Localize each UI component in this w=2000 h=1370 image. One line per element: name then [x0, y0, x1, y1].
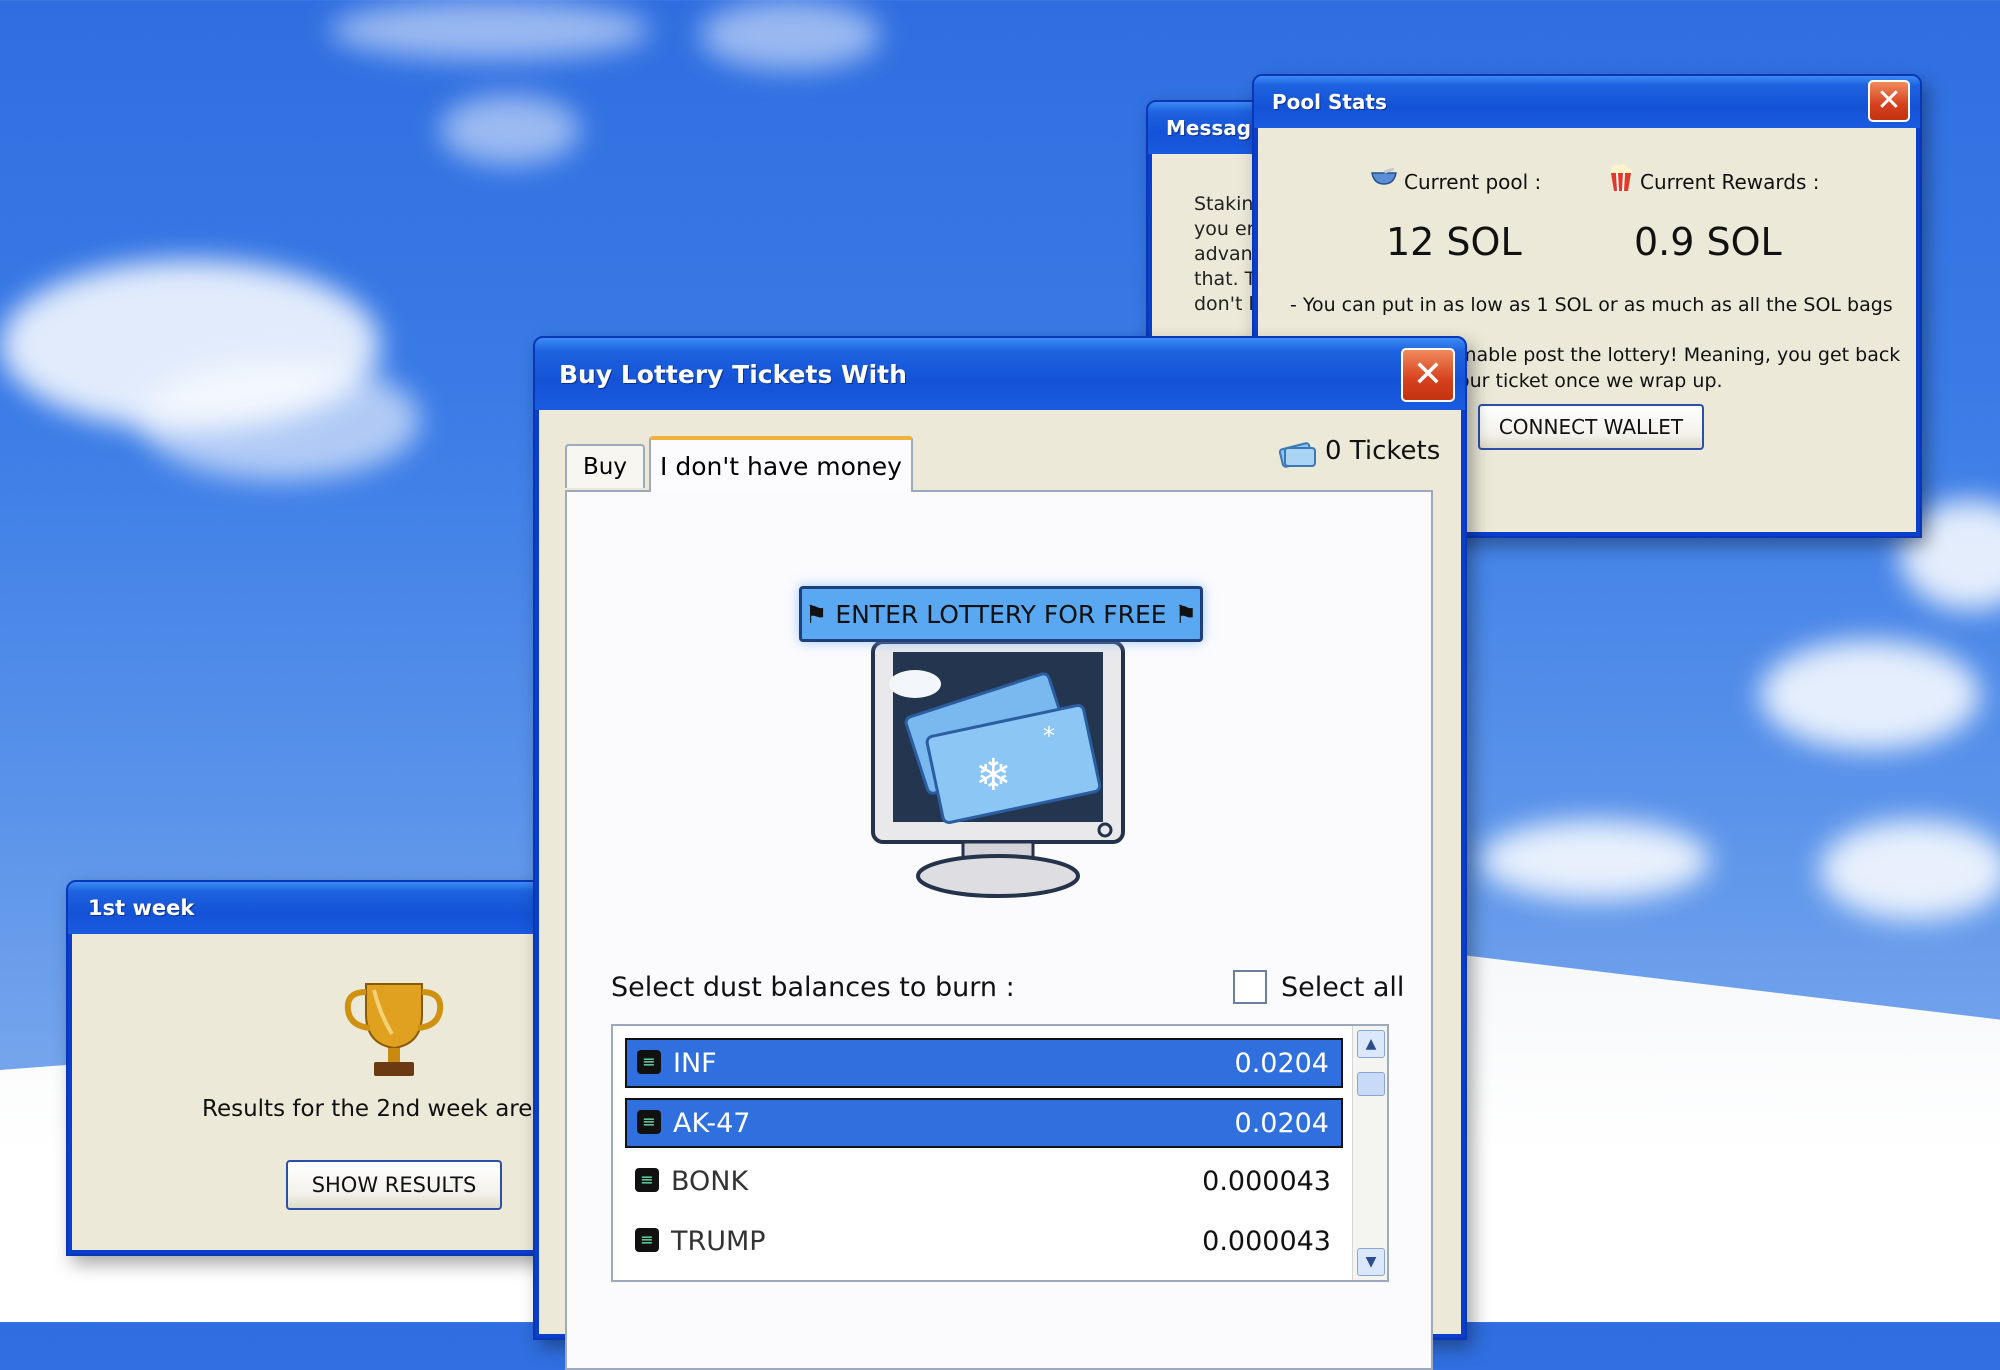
enter-lottery-label: ENTER LOTTERY FOR FREE — [835, 599, 1167, 629]
pool-stats-title: Pool Stats — [1272, 90, 1387, 114]
token-amount: 0.0204 — [1234, 1048, 1329, 1079]
pool-note-2-line1: mable post the lottery! Meaning, you get… — [1458, 344, 1901, 366]
ticket-count: 0 Tickets — [1325, 436, 1441, 466]
first-week-window[interactable]: 1st week Results for the 2nd week are o … — [66, 880, 554, 1256]
token-logo-icon: ≡ — [635, 1228, 659, 1252]
tab-panel: ❄ * ⚑ ENTER LOTTERY FOR FREE ⚑ Select du… — [565, 490, 1433, 1370]
connect-wallet-button[interactable]: CONNECT WALLET — [1478, 404, 1704, 450]
scroll-down-button[interactable]: ▼ — [1357, 1248, 1385, 1276]
token-row[interactable]: ≡ BONK 0.000043 — [625, 1158, 1343, 1208]
token-list[interactable]: ≡ INF 0.0204 ≡ AK-47 0.0204 ≡ BONK 0.000… — [611, 1024, 1389, 1282]
tab-no-money-label: I don't have money — [660, 451, 902, 481]
current-rewards-value: 0.9 SOL — [1634, 220, 1782, 264]
enter-lottery-button[interactable]: ⚑ ENTER LOTTERY FOR FREE ⚑ — [799, 586, 1203, 642]
lottery-window[interactable]: Buy Lottery Tickets With ✕ Buy I don't h… — [533, 336, 1467, 1370]
tab-buy[interactable]: Buy — [565, 444, 645, 488]
current-pool-value: 12 SOL — [1386, 220, 1522, 264]
token-row[interactable]: ≡ INF 0.0204 — [625, 1038, 1343, 1088]
first-week-body: Results for the 2nd week are o SHOW RESU… — [72, 934, 554, 1250]
popcorn-icon — [1608, 164, 1634, 192]
message-line: don't b — [1194, 293, 1261, 315]
message-line: you er — [1194, 218, 1255, 240]
token-row[interactable]: ≡ TRUMP 0.000043 — [625, 1218, 1343, 1268]
pool-note-2-line2: our ticket once we wrap up. — [1458, 370, 1723, 392]
token-name: INF — [673, 1048, 717, 1079]
first-week-title: 1st week — [88, 896, 195, 920]
tab-no-money[interactable]: I don't have money — [649, 436, 913, 492]
token-logo-icon: ≡ — [637, 1110, 661, 1134]
tab-buy-label: Buy — [583, 454, 627, 480]
results-text: Results for the 2nd week are o — [202, 1096, 554, 1122]
svg-text:*: * — [1043, 722, 1055, 750]
flag-icon: ⚑ — [1174, 599, 1198, 629]
lottery-titlebar[interactable]: Buy Lottery Tickets With — [535, 338, 1465, 410]
message-title: Message — [1166, 116, 1265, 140]
message-line: advan — [1194, 243, 1253, 265]
show-results-button[interactable]: SHOW RESULTS — [286, 1160, 502, 1210]
token-amount: 0.000043 — [1202, 1226, 1331, 1257]
pool-stats-titlebar[interactable]: Pool Stats — [1254, 76, 1920, 128]
token-row[interactable]: ≡ AK-47 0.0204 — [625, 1098, 1343, 1148]
lottery-title: Buy Lottery Tickets With — [559, 359, 907, 389]
current-pool-label: Current pool : — [1404, 170, 1542, 194]
trophy-icon — [340, 974, 448, 1082]
flag-icon: ⚑ — [804, 599, 828, 629]
lottery-body: Buy I don't have money 0 Tickets ❄ * ⚑ E… — [539, 410, 1461, 1370]
monitor-illustration: ❄ * — [843, 622, 1153, 912]
select-all-label[interactable]: Select all — [1281, 972, 1404, 1003]
message-line: that. T — [1194, 268, 1257, 290]
current-rewards-label: Current Rewards : — [1640, 170, 1820, 194]
token-amount: 0.000043 — [1202, 1166, 1331, 1197]
token-name: AK-47 — [673, 1108, 751, 1139]
lottery-close-button[interactable]: ✕ — [1401, 348, 1455, 402]
select-prompt: Select dust balances to burn : — [611, 972, 1015, 1003]
token-logo-icon: ≡ — [637, 1050, 661, 1074]
svg-text:❄: ❄ — [975, 750, 1012, 801]
scroll-thumb[interactable] — [1357, 1072, 1385, 1096]
token-name: TRUMP — [671, 1226, 766, 1257]
pool-stats-close-button[interactable]: ✕ — [1868, 80, 1910, 122]
token-name: BONK — [671, 1166, 749, 1197]
token-list-scrollbar[interactable]: ▲ ▼ — [1352, 1026, 1387, 1280]
ticket-count-icon — [1277, 436, 1317, 470]
select-all-checkbox[interactable] — [1233, 970, 1267, 1004]
token-amount: 0.0204 — [1234, 1108, 1329, 1139]
message-line: Stakin — [1194, 193, 1254, 215]
pool-bowl-icon — [1370, 167, 1398, 186]
scroll-up-button[interactable]: ▲ — [1357, 1030, 1385, 1058]
first-week-titlebar[interactable]: 1st week — [68, 882, 548, 934]
pool-note-1: - You can put in as low as 1 SOL or as m… — [1290, 294, 1893, 316]
token-logo-icon: ≡ — [635, 1168, 659, 1192]
